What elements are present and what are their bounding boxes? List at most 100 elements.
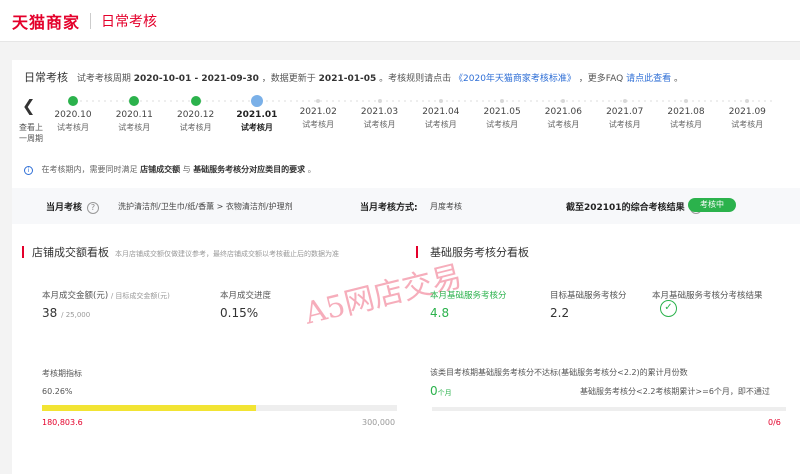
month-status-dot — [68, 96, 78, 106]
gmv-value: 38 / 25,000 — [42, 306, 90, 320]
notice-bold-2: 基础服务考核分对应类目的要求 — [193, 165, 306, 174]
timeline-month-2021.07[interactable]: 2021.07 试考核月 — [600, 96, 650, 130]
month-label: 2020.10 — [54, 110, 92, 120]
month-status-dot — [377, 99, 382, 103]
month-label: 2021.03 — [360, 107, 399, 117]
result-label-text: 截至202101的综合考核结果 — [566, 203, 685, 213]
period-target-value: 300,000 — [362, 418, 396, 427]
period-index-pct: 60.26% — [42, 387, 73, 396]
target-score-value: 2.2 — [550, 306, 570, 320]
header-divider — [90, 12, 92, 29]
timeline-month-2021.02[interactable]: 2021.02 试考核月 — [293, 96, 343, 130]
gmv-board-subtitle: 本月店铺成交额仅做建议参考，最终店铺成交额以考核截止后的数据为准 — [115, 250, 339, 258]
month-status-dot — [622, 99, 627, 103]
month-status-dot — [684, 99, 688, 103]
gmv-board-title-text: 店铺成交额看板 — [32, 246, 109, 259]
timeline-month-2021.01[interactable]: 2021.01 试考核月 — [232, 95, 282, 133]
period-progress-bar — [42, 405, 397, 411]
month-label: 2020.12 — [176, 110, 215, 120]
timeline-month-2020.11[interactable]: 2020.11 试考核月 — [109, 96, 159, 133]
summary-end: 。 — [674, 74, 684, 84]
month-status-dot — [250, 95, 263, 107]
prev-period-button[interactable]: 查看上一周期 — [16, 122, 46, 144]
timeline-month-2021.05[interactable]: 2021.05 试考核月 — [477, 96, 527, 130]
status-badge: 考核中 — [688, 198, 736, 212]
fail-months-unit: 个月 — [437, 389, 452, 397]
month-sub-label: 试考核月 — [424, 120, 457, 129]
info-icon: i — [24, 166, 33, 175]
month-label: 2021.08 — [667, 107, 705, 117]
month-sub-label: 试考核月 — [179, 123, 212, 132]
timeline-month-2021.06[interactable]: 2021.06 试考核月 — [538, 96, 588, 130]
app-title: 日常考核 — [101, 13, 158, 30]
timeline-month-2021.09[interactable]: 2021.09 试考核月 — [722, 96, 772, 130]
notice-bold-1: 店铺成交额 — [140, 165, 181, 174]
faq-text: ，更多FAQ — [578, 74, 624, 84]
category-label: 当月考核? — [46, 200, 100, 214]
timeline-month-2021.03[interactable]: 2021.03 试考核月 — [355, 96, 405, 130]
month-label: 2021.01 — [236, 110, 278, 120]
service-score-value: 4.8 — [430, 306, 450, 320]
assessment-card: 日常考核 试考考核周期 2020-10-01 - 2021-09-30 ，数据更… — [12, 60, 800, 474]
timeline-month-2021.04[interactable]: 2021.04 试考核月 — [416, 96, 466, 130]
month-label: 2021.05 — [483, 107, 521, 117]
month-status-dot — [438, 99, 443, 103]
tmall-logo[interactable]: 天猫商家 — [12, 9, 80, 33]
assessment-info-strip: 当月考核? 洗护清洁剂/卫生巾/纸/香薰 > 衣物清洁剂/护理剂 当月考核方式:… — [12, 188, 800, 224]
month-sub-label: 试考核月 — [240, 123, 273, 132]
category-value: 洗护清洁剂/卫生巾/纸/香薰 > 衣物清洁剂/护理剂 — [118, 202, 293, 211]
month-sub-label: 试考核月 — [363, 120, 396, 129]
month-sub-label: 试考核月 — [547, 120, 580, 129]
faq-link[interactable]: 请点此查看 — [626, 74, 671, 84]
timeline-month-2021.08[interactable]: 2021.08 试考核月 — [661, 96, 711, 130]
fail-months-count: 0 — [430, 384, 438, 398]
fail-months-bar — [432, 407, 786, 411]
rule-text: 。考核规则请点击 — [379, 74, 452, 84]
notice-pre: 在考核期内，需要同时满足 — [41, 165, 138, 174]
period-label: 试考考核周期 — [76, 74, 131, 84]
month-label: 2021.09 — [728, 107, 766, 117]
category-label-text: 当月考核 — [46, 203, 83, 213]
gmv-target-value: / 25,000 — [61, 311, 91, 319]
fail-rule-text: 基础服务考核分<2.2考核期累计>=6个月，即不通过 — [580, 387, 770, 396]
timeline-month-2020.12[interactable]: 2020.12 试考核月 — [171, 96, 221, 133]
gmv-board-title: 店铺成交额看板 本月店铺成交额仅做建议参考，最终店铺成交额以考核截止后的数据为准 — [32, 244, 339, 260]
top-bar: 天猫商家 日常考核 — [0, 0, 800, 42]
check-circle-icon: ✓ — [660, 300, 677, 317]
progress-value: 0.15% — [220, 306, 259, 320]
fail-months-fraction: 0/6 — [768, 418, 781, 427]
rule-link[interactable]: 《2020年天猫商家考核标准》 — [454, 74, 576, 84]
fail-months-note: 该类目考核期基础服务考核分不达标(基础服务考核分<2.2)的累计月份数 — [430, 368, 688, 377]
progress-label: 本月成交进度 — [220, 291, 272, 301]
gmv-value-text: 38 — [42, 306, 58, 320]
period-index-label: 考核期指标 — [42, 369, 82, 378]
month-sub-label: 试考核月 — [118, 123, 151, 132]
gmv-label-text: 本月成交金额(元) — [42, 291, 109, 301]
timeline-month-2020.10[interactable]: 2020.10 试考核月 — [48, 96, 98, 133]
notice-end: 。 — [307, 165, 316, 174]
month-status-dot — [561, 99, 566, 103]
chevron-left-icon[interactable]: ❮ — [22, 96, 35, 115]
page-title: 日常考核 — [24, 71, 68, 84]
requirement-notice: i 在考核期内，需要同时满足 店铺成交额 与 基础服务考核分对应类目的要求 。 — [24, 164, 316, 175]
month-label: 2021.07 — [606, 107, 644, 117]
month-status-dot — [129, 96, 140, 106]
month-sub-label: 试考核月 — [486, 120, 519, 129]
gmv-target-label: / 目标成交金额(元) — [110, 292, 170, 300]
gmv-label: 本月成交金额(元) / 目标成交金额(元) — [42, 289, 170, 301]
section-marker — [416, 246, 418, 258]
notice-mid: 与 — [182, 165, 191, 174]
month-label: 2021.02 — [299, 107, 337, 117]
month-status-dot — [190, 96, 201, 106]
watermark: A5网店交易 — [301, 258, 466, 332]
target-score-label: 目标基础服务考核分 — [550, 291, 627, 301]
month-status-dot — [316, 99, 321, 103]
month-sub-label: 试考核月 — [608, 120, 641, 129]
section-marker — [22, 246, 24, 258]
month-status-dot — [500, 99, 505, 103]
period-current-value: 180,803.6 — [42, 418, 83, 427]
help-icon[interactable]: ? — [87, 201, 100, 214]
month-label: 2021.04 — [422, 107, 460, 117]
month-sub-label: 试考核月 — [302, 120, 335, 129]
method-value: 月度考核 — [430, 202, 462, 211]
